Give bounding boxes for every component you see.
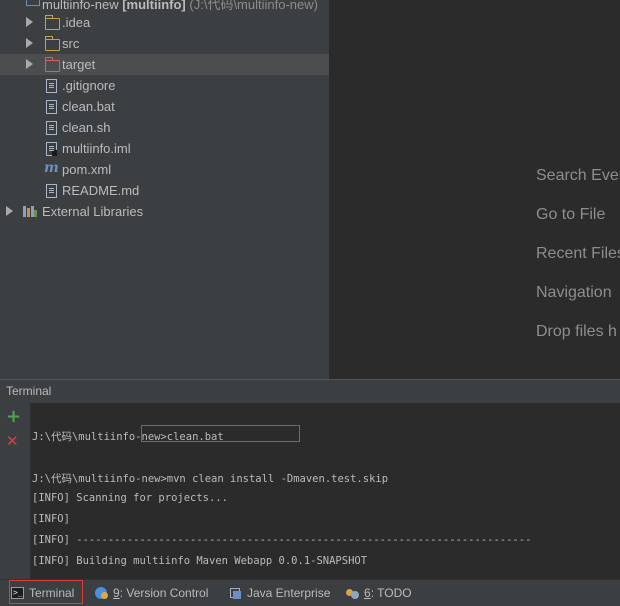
- folder-icon: [45, 15, 60, 30]
- close-session-icon[interactable]: ✕: [6, 432, 19, 450]
- command-highlight-box: [141, 425, 300, 442]
- tree-item-target[interactable]: target: [0, 54, 329, 75]
- tool-shortcut: 6: [364, 586, 371, 600]
- tree-item-label: clean.bat: [62, 99, 115, 114]
- folder-icon: [45, 36, 60, 51]
- tree-item-readme[interactable]: README.md: [0, 180, 329, 201]
- terminal-line: [INFO] Scanning for projects...: [32, 492, 228, 504]
- tool-label: Java Enterprise: [247, 586, 331, 600]
- terminal-tab-highlight-box: [9, 580, 83, 604]
- welcome-search-everywhere: Search Every: [536, 167, 620, 184]
- terminal-line: [INFO] ---------------------------------…: [32, 534, 532, 546]
- tool-shortcut: 9: [113, 586, 120, 600]
- tree-item-label: src: [62, 36, 80, 51]
- expand-arrow-icon[interactable]: [26, 17, 33, 27]
- tool-window-java-enterprise[interactable]: Java Enterprise: [229, 584, 330, 602]
- tree-item-label: multiinfo.iml: [62, 141, 131, 156]
- todo-icon: [346, 587, 359, 599]
- tree-item-label: README.md: [62, 183, 140, 198]
- text-file-icon: [46, 100, 57, 114]
- welcome-drop-files: Drop files h: [536, 323, 617, 340]
- tool-window-version-control[interactable]: 9: Version Control: [95, 584, 208, 602]
- welcome-recent-files: Recent Files: [536, 245, 620, 262]
- tool-label: : Version Control: [119, 586, 209, 600]
- welcome-navigation: Navigation: [536, 284, 612, 301]
- expand-arrow-icon[interactable]: [26, 38, 33, 48]
- root-folder-icon: [26, 0, 40, 9]
- module-file-icon: [46, 142, 57, 156]
- tree-item-label: .gitignore: [62, 78, 116, 93]
- terminal-line: [INFO] Building multiinfo Maven Webapp 0…: [32, 555, 368, 567]
- terminal-output[interactable]: J:\代码\multiinfo-new>clean.bat J:\代码\mult…: [31, 403, 620, 579]
- tree-item-gitignore[interactable]: .gitignore: [0, 75, 329, 96]
- tree-item-label: .idea: [62, 15, 91, 30]
- expand-arrow-icon[interactable]: [26, 59, 33, 69]
- text-file-icon: [46, 121, 57, 135]
- java-enterprise-icon: [229, 587, 242, 599]
- terminal-line: J:\代码\multiinfo-new>mvn clean install -D…: [32, 473, 389, 485]
- excluded-folder-icon: [45, 57, 60, 72]
- tree-item-clean-sh[interactable]: clean.sh: [0, 117, 329, 138]
- tree-item-clean-bat[interactable]: clean.bat: [0, 96, 329, 117]
- tree-item-label: pom.xml: [62, 162, 112, 177]
- terminal-side-toolbar: + ✕: [0, 403, 31, 579]
- tool-label: : TODO: [370, 586, 412, 600]
- maven-icon: m: [44, 160, 59, 176]
- add-session-icon[interactable]: +: [6, 408, 21, 426]
- panel-divider[interactable]: [329, 0, 330, 379]
- version-control-icon: [95, 587, 108, 599]
- tree-item-label: clean.sh: [62, 120, 111, 135]
- tree-item-multiinfo-iml[interactable]: multiinfo.iml: [0, 138, 329, 159]
- tree-item-src[interactable]: src: [0, 33, 329, 54]
- expand-arrow-icon[interactable]: [6, 206, 13, 216]
- welcome-go-to-file: Go to File: [536, 206, 606, 223]
- terminal-line: [INFO]: [32, 513, 70, 525]
- text-file-icon: [46, 184, 57, 198]
- terminal-title: Terminal: [6, 384, 52, 398]
- project-panel: multiinfo-new [multiinfo] (J:\代码\multiin…: [0, 0, 329, 379]
- tree-item-label: External Libraries: [42, 204, 144, 219]
- bottom-tool-bar: >_ Terminal 9: Version Control Java Ente…: [0, 579, 620, 606]
- tree-item-label: target: [62, 57, 96, 72]
- tool-window-todo[interactable]: 6: TODO: [346, 584, 412, 602]
- tree-item-idea[interactable]: .idea: [0, 12, 329, 33]
- text-file-icon: [46, 79, 57, 93]
- tree-item-external-libraries[interactable]: External Libraries: [0, 201, 329, 222]
- tree-item-pom-xml[interactable]: m pom.xml: [0, 159, 329, 180]
- library-icon: [23, 206, 37, 217]
- terminal-header: Terminal: [0, 379, 620, 403]
